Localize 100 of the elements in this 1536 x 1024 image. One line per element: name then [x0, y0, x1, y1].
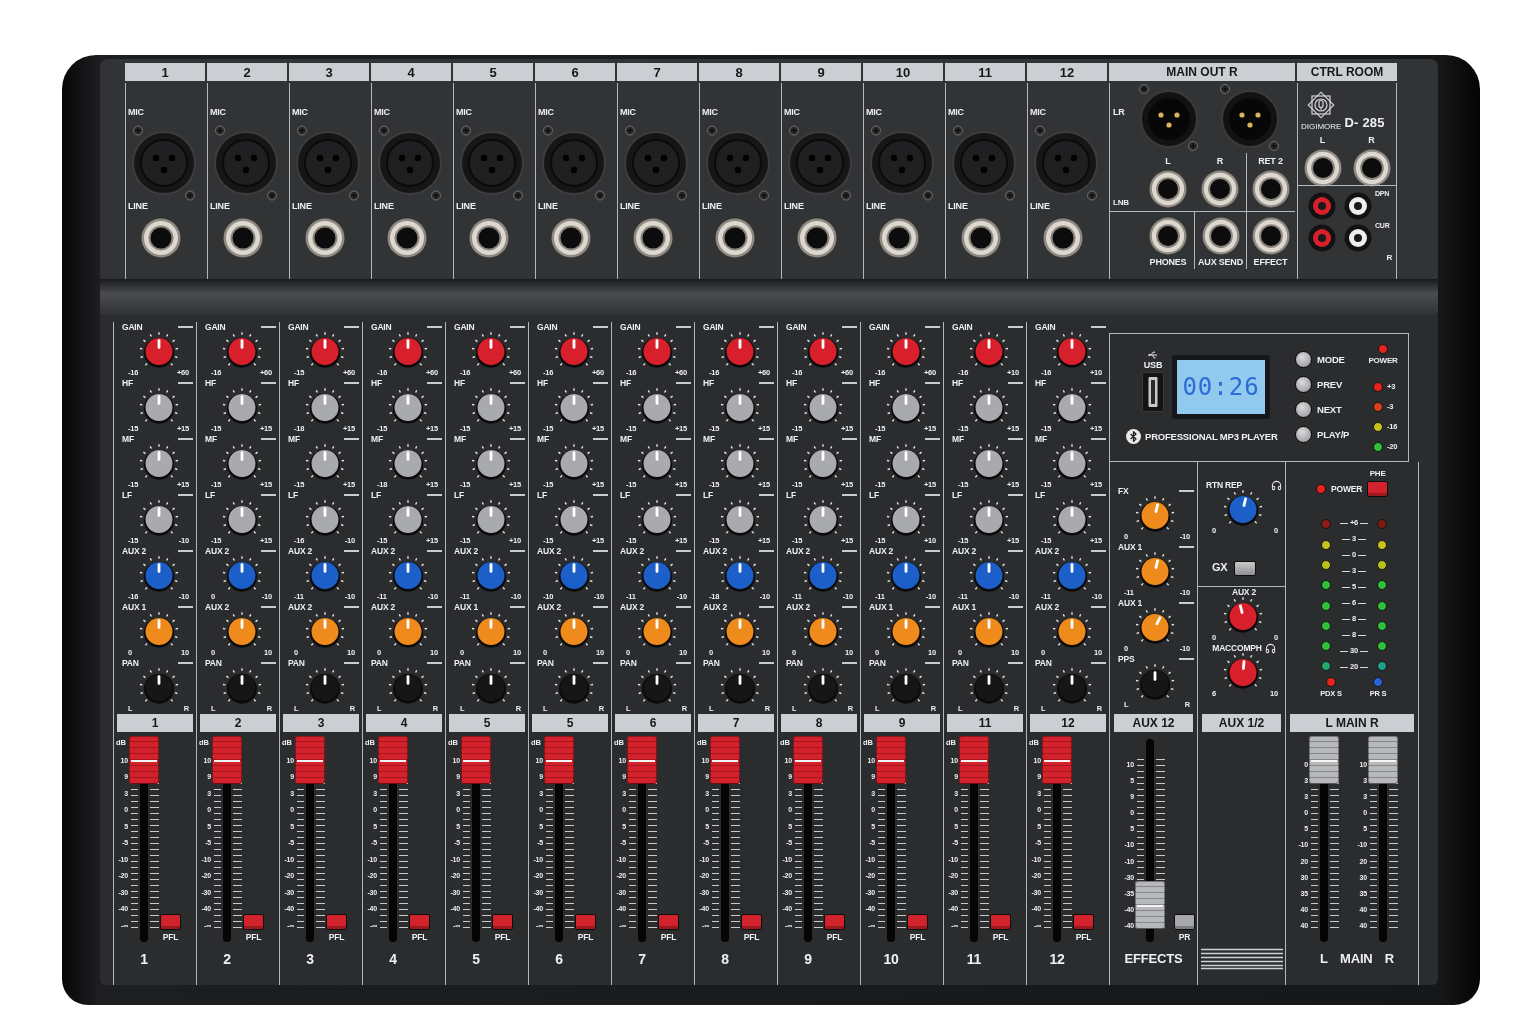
pfl-button[interactable] — [160, 914, 181, 931]
fader-cap[interactable] — [959, 736, 989, 784]
fader-track[interactable] — [212, 735, 242, 942]
rotary-knob[interactable] — [801, 388, 845, 425]
square-button[interactable] — [1367, 481, 1389, 498]
rotary-knob[interactable] — [967, 500, 1011, 537]
fader-track[interactable] — [627, 735, 657, 942]
rotary-knob[interactable] — [303, 500, 347, 537]
pfl-button[interactable] — [741, 914, 762, 931]
knob-pointer[interactable] — [572, 675, 576, 685]
fader-track[interactable] — [295, 735, 325, 942]
pfl-button[interactable] — [243, 914, 264, 931]
rotary-knob[interactable] — [967, 332, 1011, 369]
knob-pointer[interactable] — [1153, 671, 1157, 681]
fader-cap[interactable] — [1309, 736, 1339, 784]
rotary-knob[interactable] — [220, 388, 264, 425]
rotary-knob[interactable] — [469, 556, 513, 593]
fader-cap[interactable] — [461, 736, 491, 784]
knob-pointer[interactable] — [821, 675, 825, 685]
rotary-knob[interactable] — [220, 500, 264, 537]
rotary-knob[interactable] — [635, 444, 679, 481]
rotary-knob[interactable] — [137, 388, 181, 425]
knob-pointer[interactable] — [323, 675, 327, 685]
fader-track[interactable] — [959, 735, 989, 942]
rotary-knob[interactable] — [1050, 444, 1094, 481]
fader-cap[interactable] — [129, 736, 159, 784]
pfl-button[interactable] — [492, 914, 513, 931]
rotary-knob[interactable] — [635, 500, 679, 537]
rotary-knob[interactable] — [967, 556, 1011, 593]
fader-track[interactable] — [876, 735, 906, 942]
rotary-knob[interactable] — [552, 556, 596, 593]
knob-pointer[interactable] — [406, 675, 410, 685]
rotary-knob[interactable] — [635, 332, 679, 369]
rotary-knob[interactable] — [884, 612, 928, 649]
fader-track[interactable] — [378, 735, 408, 942]
fader-cap[interactable] — [378, 736, 408, 784]
rotary-knob[interactable] — [635, 612, 679, 649]
rotary-knob[interactable] — [1050, 556, 1094, 593]
pfl-button[interactable] — [1073, 914, 1094, 931]
fader-cap[interactable] — [544, 736, 574, 784]
pfl-button[interactable] — [990, 914, 1011, 931]
rotary-knob[interactable] — [220, 556, 264, 593]
rotary-knob[interactable] — [884, 556, 928, 593]
rotary-knob[interactable] — [303, 444, 347, 481]
rotary-knob[interactable] — [884, 332, 928, 369]
rotary-knob[interactable] — [1050, 332, 1094, 369]
rotary-knob[interactable] — [469, 332, 513, 369]
fader-cap[interactable] — [627, 736, 657, 784]
fader-cap[interactable] — [1135, 881, 1165, 929]
knob-pointer[interactable] — [1070, 675, 1074, 685]
switch-button[interactable] — [1233, 560, 1256, 576]
rotary-knob[interactable] — [967, 668, 1011, 705]
knob-pointer[interactable] — [655, 675, 659, 685]
rotary-knob[interactable] — [303, 388, 347, 425]
fader-track[interactable] — [793, 735, 823, 942]
rotary-knob[interactable] — [303, 612, 347, 649]
rotary-knob[interactable] — [137, 556, 181, 593]
rotary-knob[interactable] — [635, 668, 679, 705]
knob-pointer[interactable] — [987, 675, 991, 685]
rotary-knob[interactable] — [1221, 653, 1265, 690]
round-button[interactable] — [1295, 376, 1312, 393]
fader-cap[interactable] — [793, 736, 823, 784]
rotary-knob[interactable] — [1050, 388, 1094, 425]
rotary-knob[interactable] — [137, 668, 181, 705]
rotary-knob[interactable] — [884, 668, 928, 705]
rotary-knob[interactable] — [469, 668, 513, 705]
rotary-knob[interactable] — [967, 612, 1011, 649]
pfl-button[interactable] — [326, 914, 347, 931]
fader-cap[interactable] — [876, 736, 906, 784]
knob-pointer[interactable] — [157, 675, 161, 685]
rotary-knob[interactable] — [1221, 597, 1265, 634]
rotary-knob[interactable] — [552, 332, 596, 369]
pfl-button[interactable] — [409, 914, 430, 931]
rotary-knob[interactable] — [303, 332, 347, 369]
rotary-knob[interactable] — [552, 444, 596, 481]
knob-pointer[interactable] — [489, 675, 493, 685]
rotary-knob[interactable] — [552, 612, 596, 649]
rotary-knob[interactable] — [718, 388, 762, 425]
rotary-knob[interactable] — [220, 668, 264, 705]
rotary-knob[interactable] — [137, 332, 181, 369]
rotary-knob[interactable] — [469, 388, 513, 425]
rotary-knob[interactable] — [801, 612, 845, 649]
rotary-knob[interactable] — [967, 444, 1011, 481]
rotary-knob[interactable] — [1133, 496, 1177, 533]
fader-track[interactable] — [461, 735, 491, 942]
rotary-knob[interactable] — [801, 500, 845, 537]
rotary-knob[interactable] — [386, 388, 430, 425]
rotary-knob[interactable] — [220, 444, 264, 481]
rotary-knob[interactable] — [884, 388, 928, 425]
rotary-knob[interactable] — [718, 556, 762, 593]
rotary-knob[interactable] — [137, 500, 181, 537]
round-button[interactable] — [1295, 401, 1312, 418]
rotary-knob[interactable] — [469, 500, 513, 537]
knob-pointer[interactable] — [904, 675, 908, 685]
rotary-knob[interactable] — [884, 444, 928, 481]
rotary-knob[interactable] — [386, 612, 430, 649]
fader-cap[interactable] — [295, 736, 325, 784]
fader-cap[interactable] — [212, 736, 242, 784]
rotary-knob[interactable] — [1050, 668, 1094, 705]
pfl-button[interactable] — [907, 914, 928, 931]
